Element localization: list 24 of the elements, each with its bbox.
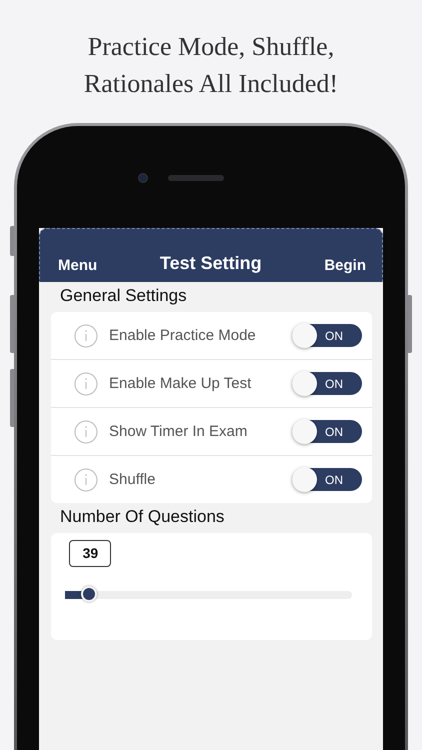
setting-label: Enable Make Up Test — [109, 375, 252, 392]
toggle-switch[interactable]: ON — [292, 372, 362, 395]
headline-text: Practice Mode, Shuffle, — [86, 31, 336, 63]
setting-label: Show Timer In Exam — [109, 423, 248, 440]
slider-thumb[interactable] — [81, 586, 98, 602]
headline-text: Rationales All Included! — [82, 68, 340, 100]
menu-button[interactable]: Menu — [58, 257, 98, 274]
toggle-switch[interactable]: ON — [292, 468, 362, 491]
camera-icon — [138, 173, 148, 183]
section-heading: Number Of Questions — [59, 506, 226, 528]
info-icon[interactable] — [74, 468, 98, 492]
info-icon[interactable] — [74, 324, 98, 348]
info-icon[interactable] — [74, 372, 98, 396]
info-icon[interactable] — [74, 420, 98, 444]
toggle-switch[interactable]: ON — [292, 324, 362, 347]
screen-title: Test Setting — [160, 253, 262, 274]
speaker-grille — [168, 175, 224, 181]
setting-label: Enable Practice Mode — [109, 327, 257, 344]
section-heading: General Settings — [59, 285, 188, 307]
value-tooltip: 39 — [69, 540, 112, 567]
toggle-switch[interactable]: ON — [292, 420, 362, 443]
setting-label: Shuffle — [109, 471, 156, 488]
begin-button[interactable]: Begin — [324, 257, 366, 274]
slider[interactable] — [65, 586, 352, 604]
